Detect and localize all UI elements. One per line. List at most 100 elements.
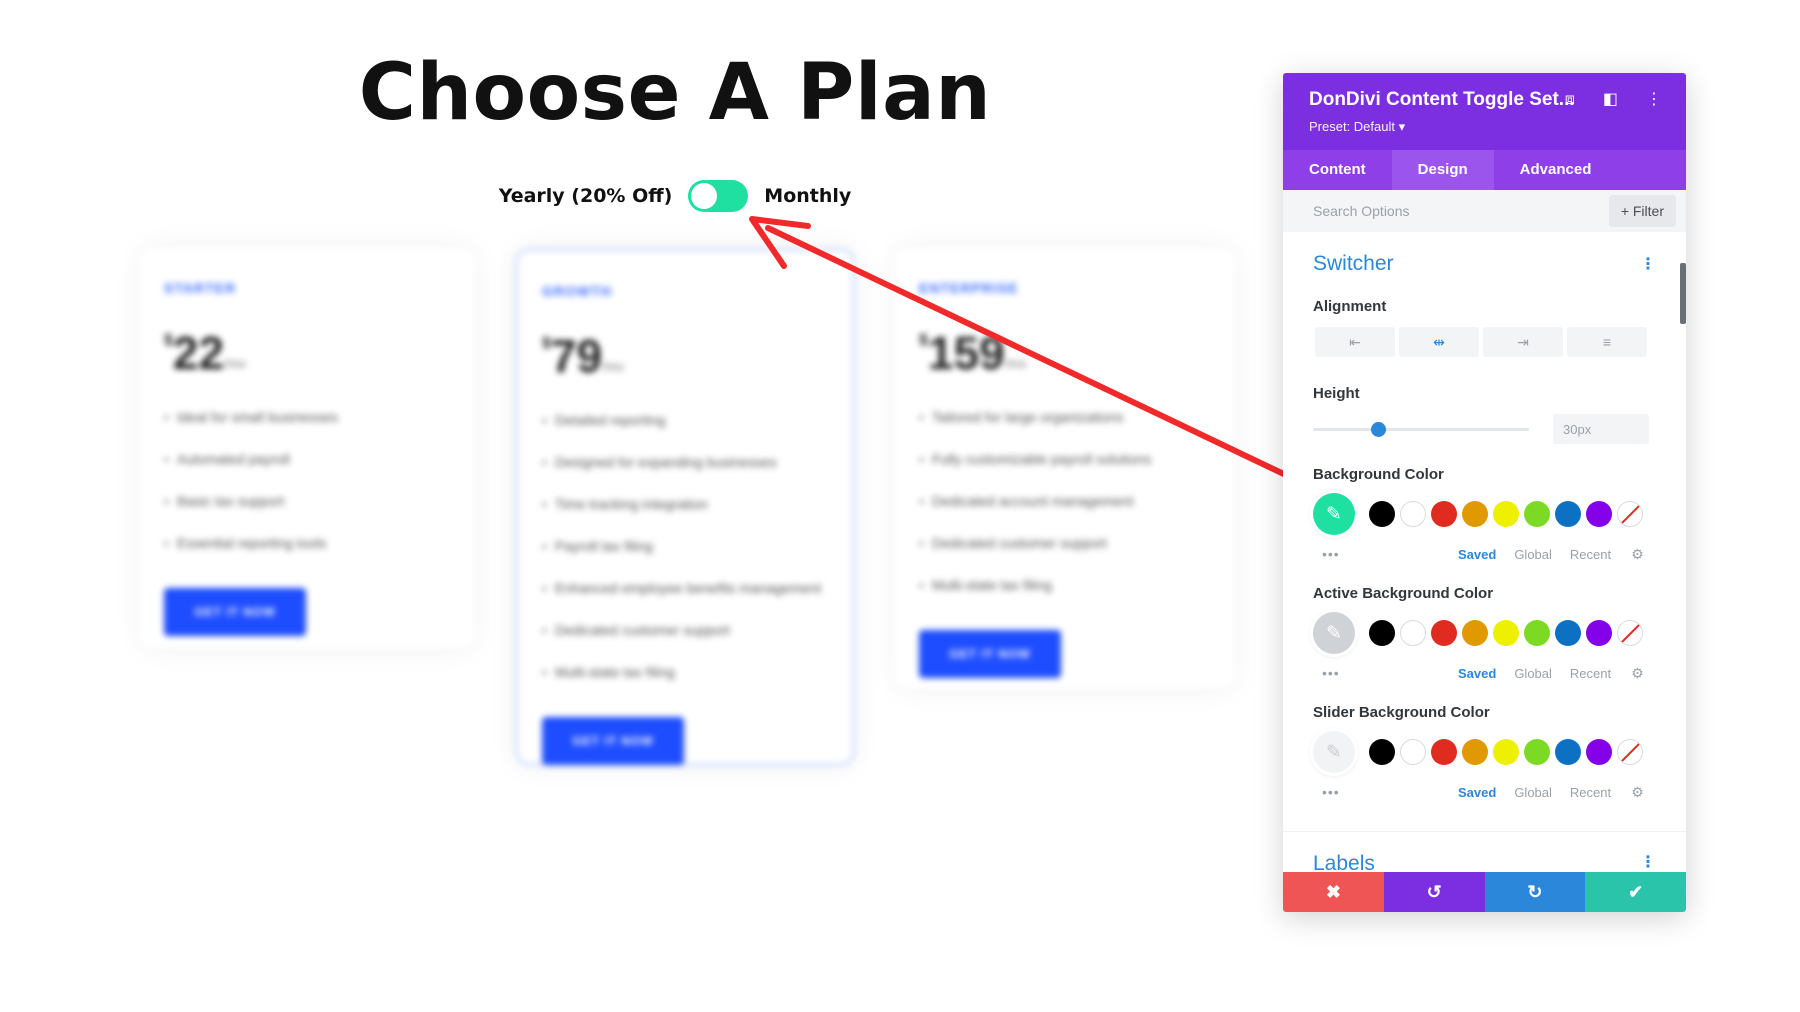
palette-tabs: ••• Saved Global Recent ⚙ xyxy=(1283,783,1686,801)
toggle-label-monthly[interactable]: Monthly xyxy=(764,185,851,207)
palette-tab-global[interactable]: Global xyxy=(1514,547,1552,562)
swatch-red[interactable] xyxy=(1431,739,1457,765)
swatch-white[interactable] xyxy=(1400,620,1426,646)
swatch-none-icon[interactable] xyxy=(1617,620,1643,646)
feature-item: Payroll tax filing xyxy=(542,525,828,567)
palette-tab-recent[interactable]: Recent xyxy=(1570,547,1611,562)
swatch-white[interactable] xyxy=(1400,501,1426,527)
color-picker-icon[interactable]: ✎ xyxy=(1313,731,1355,773)
page-title: Choose A Plan xyxy=(358,48,992,138)
swatch-orange[interactable] xyxy=(1462,739,1488,765)
field-label: Height xyxy=(1313,385,1360,402)
swatch-blue[interactable] xyxy=(1555,620,1581,646)
swatch-black[interactable] xyxy=(1369,620,1395,646)
palette-tab-global[interactable]: Global xyxy=(1514,785,1552,800)
plan-price: $ 79 /mo xyxy=(542,329,828,383)
more-dots-icon[interactable]: ••• xyxy=(1313,784,1458,800)
swatch-none-icon[interactable] xyxy=(1617,501,1643,527)
color-picker-icon[interactable]: ✎ xyxy=(1313,612,1355,654)
swatch-black[interactable] xyxy=(1369,739,1395,765)
tab-design[interactable]: Design xyxy=(1391,150,1494,190)
align-center-icon[interactable]: ⇹ xyxy=(1399,327,1479,357)
palette-tab-global[interactable]: Global xyxy=(1514,666,1552,681)
check-icon[interactable]: ✔ xyxy=(1585,872,1686,912)
gear-icon[interactable]: ⚙ xyxy=(1631,546,1644,563)
filter-button[interactable]: + Filter xyxy=(1608,195,1676,227)
swatch-yellow[interactable] xyxy=(1493,501,1519,527)
palette-tab-recent[interactable]: Recent xyxy=(1570,666,1611,681)
panel-scrollbar[interactable] xyxy=(1680,263,1686,324)
palette-tab-recent[interactable]: Recent xyxy=(1570,785,1611,800)
undo-icon[interactable]: ↺ xyxy=(1383,872,1485,912)
pricing-card-starter: STARTER $ 22 /mo Ideal for small busines… xyxy=(140,248,475,648)
swatch-yellow[interactable] xyxy=(1493,620,1519,646)
height-slider[interactable] xyxy=(1313,421,1529,437)
height-input[interactable] xyxy=(1553,414,1649,444)
preset-dropdown[interactable]: Preset: Default ▾ xyxy=(1309,119,1660,135)
swatch-white[interactable] xyxy=(1400,739,1426,765)
redo-icon[interactable]: ↻ xyxy=(1484,872,1586,912)
swatch-orange[interactable] xyxy=(1462,620,1488,646)
slider-thumb[interactable] xyxy=(1370,421,1386,437)
field-label: Alignment xyxy=(1313,298,1387,315)
swatch-blue[interactable] xyxy=(1555,739,1581,765)
feature-item: Tailored for large organizations xyxy=(919,396,1211,438)
more-dots-icon[interactable]: ••• xyxy=(1313,665,1458,681)
plan-name: STARTER xyxy=(164,280,237,296)
swatch-green[interactable] xyxy=(1524,501,1550,527)
get-it-now-button[interactable]: GET IT NOW xyxy=(919,630,1061,678)
plan-name: GROWTH xyxy=(542,283,612,299)
swatch-purple[interactable] xyxy=(1586,620,1612,646)
tab-content[interactable]: Content xyxy=(1283,150,1392,190)
swatch-black[interactable] xyxy=(1369,501,1395,527)
feature-item: Time tracking integration xyxy=(542,483,828,525)
swatch-blue[interactable] xyxy=(1555,501,1581,527)
swatch-red[interactable] xyxy=(1431,620,1457,646)
feature-item: Dedicated customer support xyxy=(542,609,828,651)
gear-icon[interactable]: ⚙ xyxy=(1631,784,1644,801)
get-it-now-button[interactable]: GET IT NOW xyxy=(542,717,684,765)
tab-advanced[interactable]: Advanced xyxy=(1494,150,1618,190)
feature-item: Multi-state tax filing xyxy=(919,564,1211,606)
height-field: Height xyxy=(1283,385,1686,444)
swatch-yellow[interactable] xyxy=(1493,739,1519,765)
palette-tab-saved[interactable]: Saved xyxy=(1458,666,1496,681)
swatch-green[interactable] xyxy=(1524,620,1550,646)
swatch-purple[interactable] xyxy=(1586,501,1612,527)
swatch-red[interactable] xyxy=(1431,501,1457,527)
price-amount: 22 xyxy=(172,327,225,379)
pricing-toggle: Yearly (20% Off) Monthly xyxy=(0,180,1350,212)
split-view-icon[interactable]: ◧ xyxy=(1603,91,1618,109)
kebab-menu-icon[interactable]: ⋮ xyxy=(1646,91,1662,109)
swatch-orange[interactable] xyxy=(1462,501,1488,527)
close-icon[interactable]: ✖ xyxy=(1283,872,1384,912)
swatch-purple[interactable] xyxy=(1586,739,1612,765)
get-it-now-button[interactable]: GET IT NOW xyxy=(164,588,306,636)
align-right-icon[interactable]: ⇥ xyxy=(1483,327,1563,357)
search-options-input[interactable] xyxy=(1313,203,1573,219)
color-picker-icon[interactable]: ✎ xyxy=(1313,493,1355,535)
align-justify-icon[interactable]: ≡ xyxy=(1567,327,1647,357)
pricing-switch[interactable] xyxy=(688,180,749,212)
swatch-none-icon[interactable] xyxy=(1617,739,1643,765)
palette-tab-saved[interactable]: Saved xyxy=(1458,785,1496,800)
panel-header: DonDivi Content Toggle Set... Preset: De… xyxy=(1283,73,1686,150)
focus-icon[interactable]: ⧈ xyxy=(1565,91,1575,109)
align-left-icon[interactable]: ⇤ xyxy=(1315,327,1395,357)
search-row: + Filter xyxy=(1283,190,1686,232)
price-currency: $ xyxy=(919,332,928,349)
active-background-color-field: Active Background Color ✎ ••• Saved Glob… xyxy=(1283,585,1686,682)
swatch-green[interactable] xyxy=(1524,739,1550,765)
switcher-section-header[interactable]: Switcher ⋮ xyxy=(1283,232,1686,276)
toggle-label-yearly[interactable]: Yearly (20% Off) xyxy=(499,185,673,207)
pricing-card-growth: GROWTH $ 79 /mo Detailed reporting Desig… xyxy=(515,248,855,766)
background-color-field: Background Color ✎ ••• Saved Global Rece… xyxy=(1283,466,1686,563)
palette-tab-saved[interactable]: Saved xyxy=(1458,547,1496,562)
plan-price: $ 22 /mo xyxy=(164,326,451,380)
module-settings-panel: DonDivi Content Toggle Set... Preset: De… xyxy=(1283,73,1686,912)
section-kebab-icon[interactable]: ⋮ xyxy=(1640,254,1656,274)
gear-icon[interactable]: ⚙ xyxy=(1631,665,1644,682)
labels-section-header[interactable]: Labels ⋮ xyxy=(1283,832,1686,876)
more-dots-icon[interactable]: ••• xyxy=(1313,546,1458,562)
price-period: /mo xyxy=(1004,356,1027,371)
